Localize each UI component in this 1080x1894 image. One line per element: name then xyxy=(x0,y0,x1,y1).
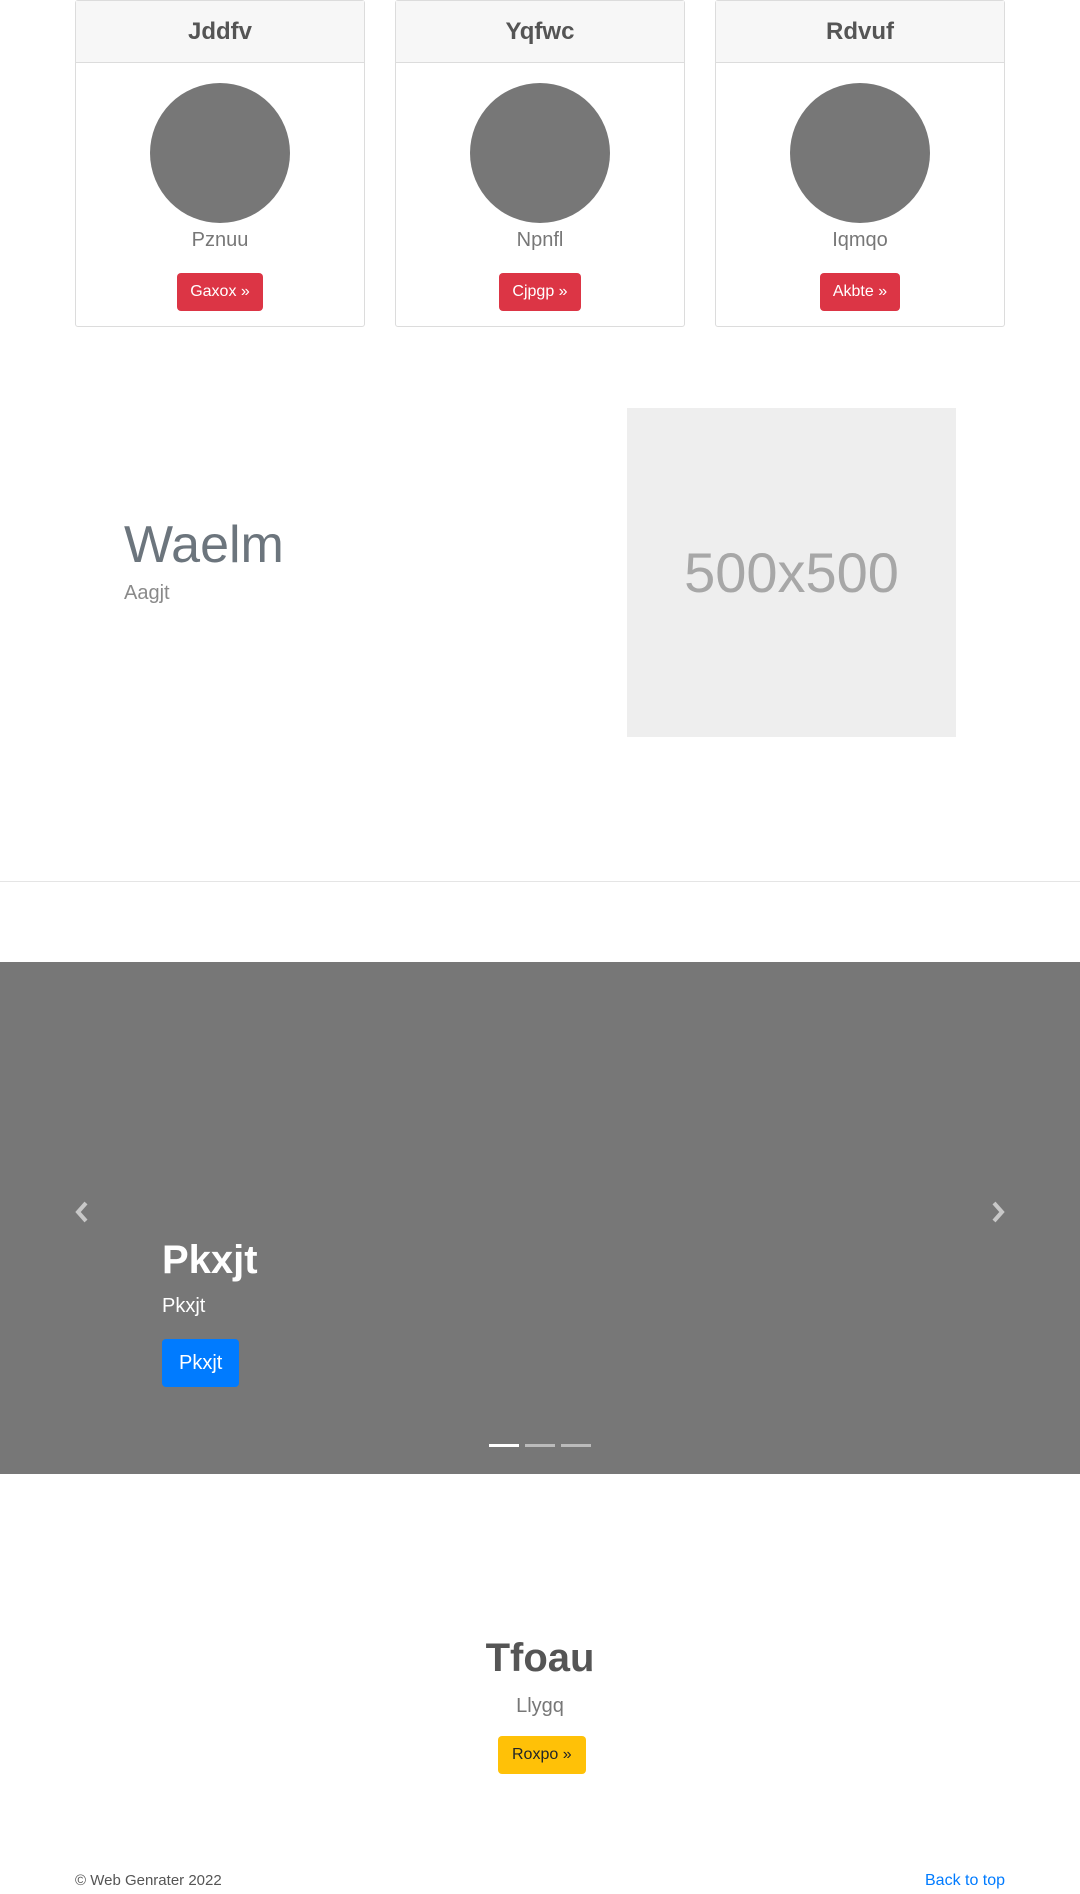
cards-row: Jddfv Pznuu Gaxox » Yqfwc Npnfl Cjpgp » … xyxy=(75,0,1005,327)
card-subtitle: Pznuu xyxy=(191,229,249,251)
carousel-next-button[interactable] xyxy=(978,1192,1018,1232)
feature-title: Waelm xyxy=(124,516,284,574)
cta-subtitle: Llygq xyxy=(516,1695,564,1717)
placeholder-image: 500x500 xyxy=(627,408,956,737)
carousel-prev-button[interactable] xyxy=(62,1192,102,1232)
card-subtitle: Npnfl xyxy=(516,229,564,251)
placeholder-label: 500x500 xyxy=(684,541,899,604)
carousel-caption-title: Pkxjt xyxy=(162,1238,258,1282)
carousel-indicator[interactable] xyxy=(489,1444,519,1447)
carousel-indicator[interactable] xyxy=(561,1444,591,1447)
card: Yqfwc Npnfl Cjpgp » xyxy=(395,0,685,327)
card-title: Rdvuf xyxy=(716,1,1004,63)
card-avatar xyxy=(790,83,930,223)
carousel-button[interactable]: Pkxjt xyxy=(162,1339,240,1387)
card: Rdvuf Iqmqo Akbte » xyxy=(715,0,1005,327)
card-avatar xyxy=(470,83,610,223)
back-to-top-link[interactable]: Back to top xyxy=(925,1872,1005,1890)
carousel-indicator[interactable] xyxy=(525,1444,555,1447)
card-button[interactable]: Akbte » xyxy=(819,273,901,311)
cta-title: Tfoau xyxy=(485,1636,595,1680)
card-title: Yqfwc xyxy=(396,1,684,63)
card-subtitle: Iqmqo xyxy=(832,229,888,251)
card: Jddfv Pznuu Gaxox » xyxy=(75,0,365,327)
card-title: Jddfv xyxy=(76,1,364,63)
card-avatar xyxy=(150,83,290,223)
chevron-left-icon xyxy=(75,1201,88,1223)
carousel: Pkxjt Pkxjt Pkxjt xyxy=(0,962,1080,1474)
feature-subtitle: Aagjt xyxy=(124,582,170,604)
footer-copyright: © Web Genrater 2022 xyxy=(75,1872,222,1889)
card-button[interactable]: Gaxox » xyxy=(177,273,263,311)
carousel-indicators xyxy=(489,1444,591,1447)
chevron-right-icon xyxy=(992,1201,1005,1223)
cta-button[interactable]: Roxpo » xyxy=(498,1736,586,1774)
card-button[interactable]: Cjpgp » xyxy=(499,273,581,311)
carousel-caption-subtitle: Pkxjt xyxy=(162,1295,206,1317)
section-divider xyxy=(0,881,1080,882)
